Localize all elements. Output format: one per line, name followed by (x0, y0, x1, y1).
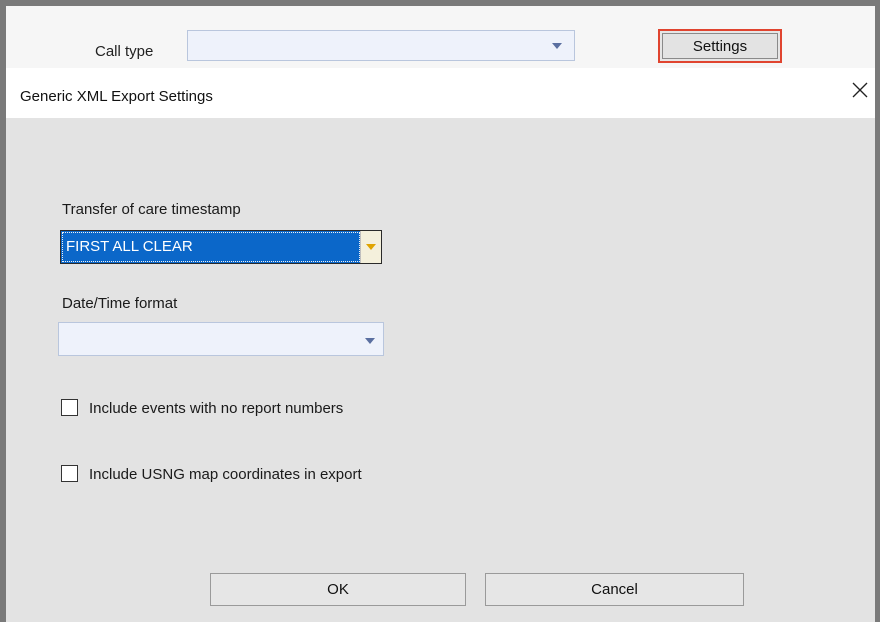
settings-button[interactable]: Settings (662, 33, 778, 59)
transfer-of-care-label: Transfer of care timestamp (62, 201, 241, 218)
datetime-format-dropdown[interactable] (58, 322, 384, 356)
settings-button-highlight[interactable]: Settings (658, 29, 782, 63)
call-type-label: Call type (95, 43, 154, 60)
chevron-down-icon (365, 338, 375, 344)
chevron-down-icon (552, 43, 562, 49)
chevron-down-icon (366, 244, 376, 250)
ok-button[interactable]: OK (210, 573, 466, 606)
datetime-format-label: Date/Time format (62, 295, 178, 312)
dropdown-button[interactable] (360, 231, 381, 263)
transfer-of-care-value: FIRST ALL CLEAR (62, 232, 360, 262)
include-no-report-label[interactable]: Include events with no report numbers (89, 400, 343, 417)
dialog-title-bar: Generic XML Export Settings (6, 68, 875, 118)
include-usng-checkbox[interactable] (61, 465, 78, 482)
call-type-dropdown[interactable] (187, 30, 575, 61)
include-no-report-checkbox[interactable] (61, 399, 78, 416)
dialog-title: Generic XML Export Settings (20, 88, 213, 105)
parent-form-toolbar: Call type Settings (6, 6, 875, 68)
close-icon[interactable] (851, 81, 869, 99)
transfer-of-care-dropdown[interactable]: FIRST ALL CLEAR (60, 230, 382, 264)
dialog-body: Transfer of care timestamp FIRST ALL CLE… (6, 118, 875, 622)
cancel-button[interactable]: Cancel (485, 573, 744, 606)
include-usng-label[interactable]: Include USNG map coordinates in export (89, 466, 362, 483)
